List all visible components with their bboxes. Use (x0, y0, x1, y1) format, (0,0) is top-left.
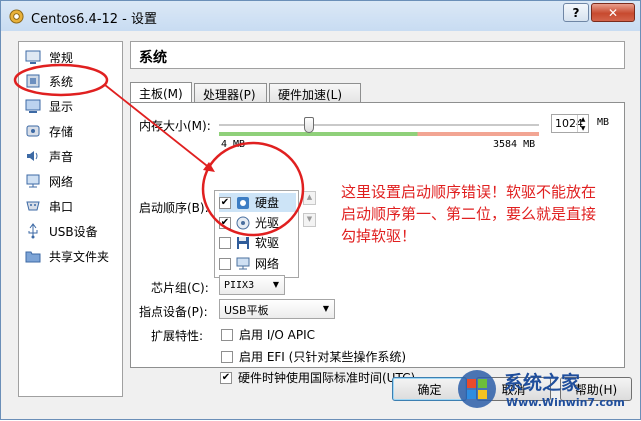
settings-window: Centos6.4-12 - 设置 ? ✕ 常规 系统 显示 存储 声音 网络 … (0, 0, 641, 420)
page-title: 系统 (130, 41, 625, 69)
sidebar-item-label: 显示 (49, 99, 74, 114)
sidebar-item-usb[interactable]: USB设备 (22, 220, 119, 242)
sidebar-item-label: 网络 (49, 174, 74, 189)
system-icon (26, 74, 40, 88)
utc-checkbox[interactable]: ✔ (220, 371, 232, 384)
ioapic-label: 启用 I/O APIC (239, 328, 316, 342)
efi-checkbox[interactable] (221, 350, 233, 363)
boot-checkbox[interactable] (219, 236, 231, 249)
audio-icon (27, 151, 38, 161)
memory-max-label: 3584 MB (493, 139, 536, 150)
boot-order-label: 启动顺序(B): (139, 201, 209, 215)
sidebar-item-label: 常规 (49, 50, 74, 65)
sidebar-item-serial-port[interactable]: 串口 (22, 195, 119, 217)
serial-port-icon (26, 201, 40, 211)
sidebar-item-storage[interactable]: 存储 (22, 120, 119, 142)
boot-item-optical[interactable]: ✔ 光驱 (219, 213, 279, 232)
annotation-text: 这里设置启动顺序错误！软驱不能放在启动顺序第一、第二位，要么就是直接勾掉软驱！ (341, 183, 597, 245)
pointing-device-label: 指点设备(P): (139, 305, 208, 319)
virtualbox-icon (9, 9, 24, 24)
hard-disk-icon (237, 196, 249, 209)
boot-order-list: ✔ 硬盘 ✔ 光驱 软驱 网络 (214, 190, 299, 278)
window-title: Centos6.4-12 - 设置 (31, 12, 158, 27)
tab-motherboard[interactable]: 主板(M) (130, 82, 192, 104)
tab-processor[interactable]: 处理器(P) (194, 83, 267, 103)
sidebar-item-label: 共享文件夹 (49, 249, 110, 264)
move-up-icon[interactable]: ▲ (303, 191, 316, 205)
sidebar-item-label: 系统 (49, 74, 74, 89)
extended-features-label: 扩展特性: (151, 329, 204, 343)
utc-label: 硬件时钟使用国际标准时间(UTC) (238, 371, 416, 385)
title-help-button[interactable]: ? (563, 3, 589, 22)
boot-item-label: 网络 (255, 257, 280, 271)
sidebar-item-display[interactable]: 显示 (22, 95, 119, 117)
move-down-icon[interactable]: ▼ (303, 213, 316, 227)
boot-checkbox[interactable]: ✔ (219, 216, 231, 229)
boot-item-floppy[interactable]: 软驱 (219, 233, 279, 252)
sidebar-item-audio[interactable]: 声音 (22, 145, 119, 167)
sidebar-item-label: 串口 (49, 199, 74, 214)
sidebar-item-shared-folders[interactable]: 共享文件夹 (22, 245, 119, 267)
boot-item-label: 硬盘 (255, 196, 280, 210)
ioapic-checkbox[interactable] (221, 328, 233, 341)
sidebar-item-network[interactable]: 网络 (22, 170, 119, 192)
memory-unit: MB (597, 117, 610, 128)
display-icon (25, 99, 41, 113)
boot-item-label: 软驱 (255, 236, 280, 250)
efi-label: 启用 EFI (只针对某些操作系统) (239, 350, 407, 364)
boot-item-network[interactable]: 网络 (219, 254, 279, 273)
ioapic-option[interactable]: 启用 I/O APIC (221, 326, 315, 343)
pointing-device-value: USB平板 (224, 304, 269, 317)
chevron-down-icon: ▼ (322, 304, 329, 313)
network-icon (26, 174, 40, 188)
sidebar-item-label: 存储 (49, 124, 74, 139)
network-boot-icon (236, 257, 250, 269)
chipset-label: 芯片组(C): (151, 281, 209, 295)
tab-acceleration[interactable]: 硬件加速(L) (269, 83, 361, 103)
efi-option[interactable]: 启用 EFI (只针对某些操作系统) (221, 348, 406, 365)
boot-checkbox[interactable]: ✔ (219, 196, 231, 209)
boot-item-hard-disk[interactable]: ✔ 硬盘 (219, 193, 296, 212)
watermark-name: 系统之家 (504, 372, 581, 394)
settings-sidebar: 常规 系统 显示 存储 声音 网络 串口 USB设备 共享文件夹 (18, 41, 123, 397)
chipset-select[interactable]: PIIX3 ▼ (219, 275, 285, 295)
watermark-url: Www.Winwin7.com (506, 396, 625, 409)
sidebar-item-general[interactable]: 常规 (22, 46, 119, 68)
boot-checkbox[interactable] (219, 257, 231, 270)
memory-slider[interactable] (219, 116, 539, 140)
sidebar-item-system[interactable]: 系统 (22, 70, 119, 92)
close-button[interactable]: ✕ (591, 3, 635, 22)
boot-item-label: 光驱 (255, 216, 280, 230)
chipset-value: PIIX3 (224, 280, 255, 291)
chevron-down-icon: ▼ (272, 280, 279, 289)
memory-scale (219, 132, 539, 136)
memory-slider-thumb[interactable] (304, 117, 314, 133)
storage-icon (26, 125, 40, 137)
shared-folder-icon (25, 251, 41, 263)
windows-logo-icon (458, 370, 496, 408)
utc-option[interactable]: ✔ 硬件时钟使用国际标准时间(UTC) (220, 369, 415, 386)
pointing-device-select[interactable]: USB平板 ▼ (219, 299, 335, 319)
sidebar-item-label: 声音 (49, 149, 74, 164)
memory-spinbox[interactable]: 1024 ▲ ▼ (551, 114, 589, 133)
floppy-icon (237, 236, 249, 249)
spin-arrows-icon[interactable]: ▲ ▼ (577, 115, 588, 132)
optical-drive-icon (236, 216, 250, 229)
usb-icon (28, 223, 38, 239)
memory-min-label: 4 MB (221, 139, 246, 150)
title-bar: Centos6.4-12 - 设置 ? ✕ (1, 1, 640, 31)
memory-label: 内存大小(M): (139, 119, 211, 133)
sidebar-item-label: USB设备 (49, 224, 98, 239)
general-icon (25, 50, 41, 64)
watermark: 系统之家 Www.Winwin7.com (456, 366, 638, 416)
